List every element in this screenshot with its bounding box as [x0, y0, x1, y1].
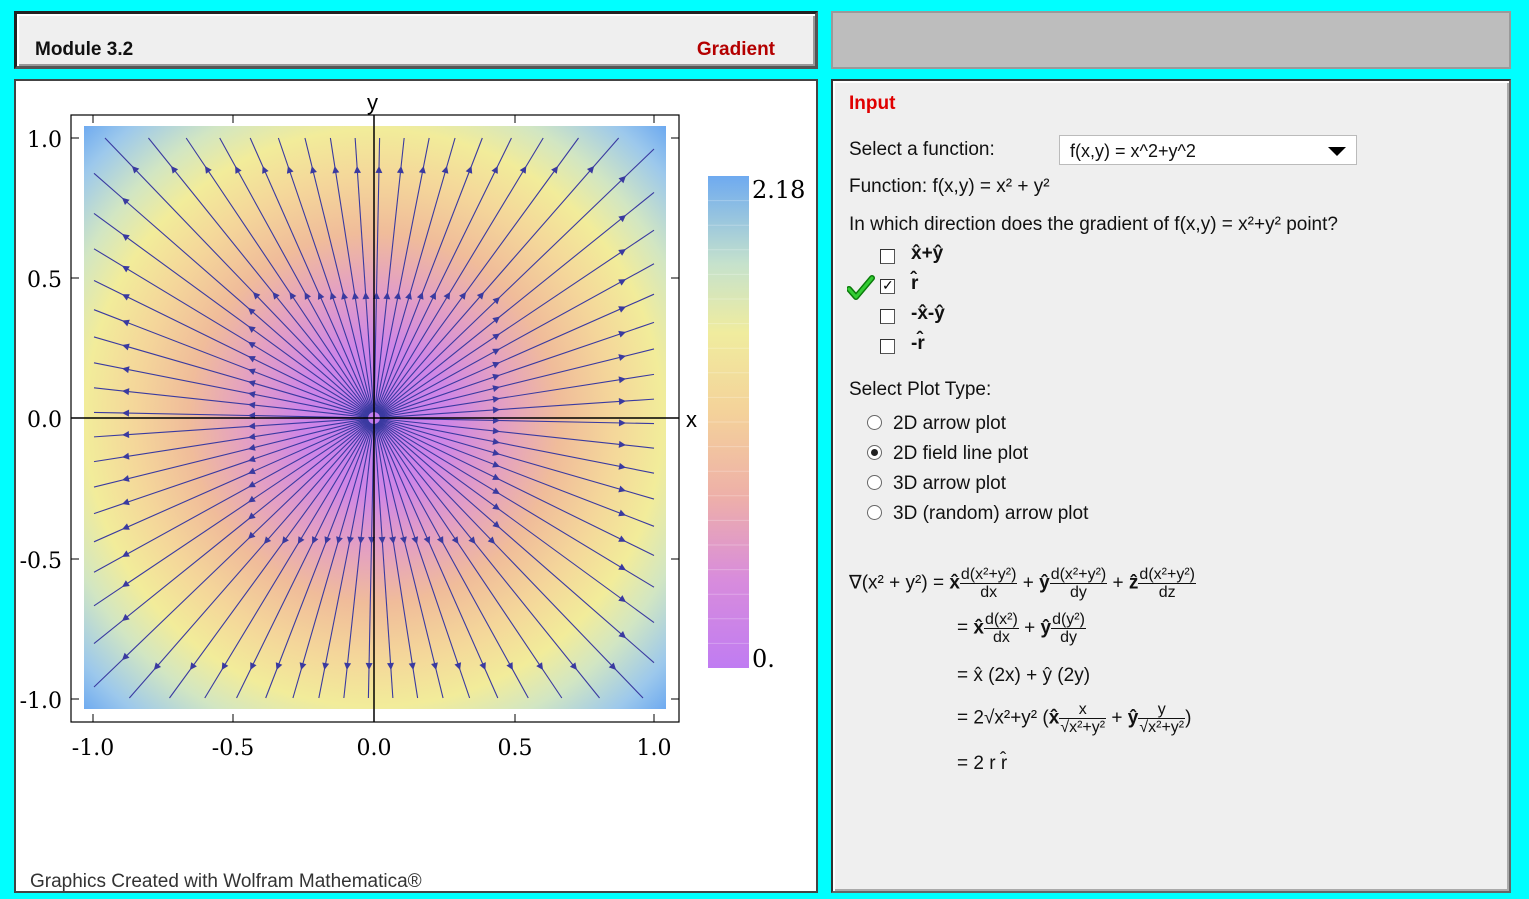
field-line-plot: x y -1.0 -0.5 0.0 0.5 1.0 1.0 0.5 0.0 -0…: [20, 90, 806, 761]
y-tick-label: 1.0: [27, 128, 62, 153]
graph-panel: x y -1.0 -0.5 0.0 0.5 1.0 1.0 0.5 0.0 -0…: [14, 79, 818, 893]
y-tick-label: 0.5: [27, 268, 62, 293]
option-label: r̂: [911, 273, 919, 294]
colorbar-max-label: 2.18: [752, 176, 805, 204]
option-label: -x̂-ŷ: [911, 303, 945, 324]
check-mark-icon: ✓: [882, 277, 894, 293]
x-tick-label: 0.5: [498, 736, 533, 761]
option-checkbox-neg-x-neg-y[interactable]: [880, 309, 895, 324]
y-tick-label: -0.5: [20, 549, 62, 574]
input-title: Input: [849, 93, 896, 114]
checkmark-icon: [846, 275, 875, 306]
derivation-lhs: ∇(x² + y²) =: [849, 572, 945, 594]
mathematica-credit: Graphics Created with Wolfram Mathematic…: [30, 871, 422, 892]
header-blank-bar: [831, 11, 1511, 69]
gradient-derivation-line3: = x̂ (2x) + ŷ (2y): [957, 665, 1091, 686]
gradient-derivation-line5: = 2 r r̂: [957, 753, 1008, 774]
option-label: x̂+ŷ: [911, 243, 944, 264]
module-header: Module 3.2 Gradient: [14, 11, 818, 69]
x-axis-label: x: [686, 407, 697, 432]
plot-type-radio-3d-random[interactable]: [867, 505, 882, 520]
plot-type-label-3d-random: 3D (random) arrow plot: [893, 503, 1089, 524]
x-tick-label: -1.0: [72, 736, 114, 761]
select-function-label: Select a function:: [849, 139, 995, 160]
plot-type-radio-3d-arrow[interactable]: [867, 475, 882, 490]
module-topic: Gradient: [696, 39, 775, 60]
function-select-value: f(x,y) = x^2+y^2: [1070, 141, 1196, 161]
plot-type-label: Select Plot Type:: [849, 379, 992, 400]
plot-type-label-2d-arrow: 2D arrow plot: [893, 413, 1006, 434]
gradient-derivation-line4: = 2√x²+y² (x̂ x √x²+y² + ŷ y √x²+y²): [957, 701, 1192, 736]
y-tick-label: -1.0: [20, 689, 62, 714]
y-tick-label: 0.0: [27, 408, 62, 433]
colorbar-min-label: 0.: [752, 645, 775, 673]
input-panel: Input Select a function: f(x,y) = x^2+y^…: [831, 79, 1511, 893]
option-checkbox-r-hat[interactable]: ✓: [880, 277, 895, 294]
x-tick-label: -0.5: [212, 736, 254, 761]
y-axis-label: y: [367, 90, 378, 115]
plot-type-radio-2d-arrow[interactable]: [867, 415, 882, 430]
option-checkbox-neg-r-hat[interactable]: [880, 339, 895, 354]
option-label: -r̂: [911, 333, 925, 354]
x-tick-label: 0.0: [357, 736, 392, 761]
module-title: Module 3.2: [35, 39, 134, 60]
x-tick-label: 1.0: [637, 736, 672, 761]
plot-type-radio-2d-field-line[interactable]: [867, 445, 882, 460]
gradient-question: In which direction does the gradient of …: [849, 214, 1338, 235]
gradient-derivation-line1: ∇(x² + y²) = x̂ d(x²+y²) dx + ŷ d(x²+y²) dy …: [849, 566, 1196, 601]
chevron-down-icon: [1328, 147, 1346, 156]
gradient-derivation-line2: = x̂ d(x²) dx + ŷ d(y²) dy: [957, 611, 1086, 646]
plot-type-label-2d-field-line: 2D field line plot: [893, 443, 1029, 464]
function-prefix: Function:: [849, 176, 928, 197]
function-display: Function: f(x,y) = x² + y²: [849, 176, 1050, 198]
function-formula: f(x,y) = x² + y²: [932, 176, 1050, 197]
plot-type-label-3d-arrow: 3D arrow plot: [893, 473, 1006, 494]
function-select[interactable]: f(x,y) = x^2+y^2: [1059, 135, 1357, 165]
option-checkbox-x-plus-y[interactable]: [880, 249, 895, 264]
